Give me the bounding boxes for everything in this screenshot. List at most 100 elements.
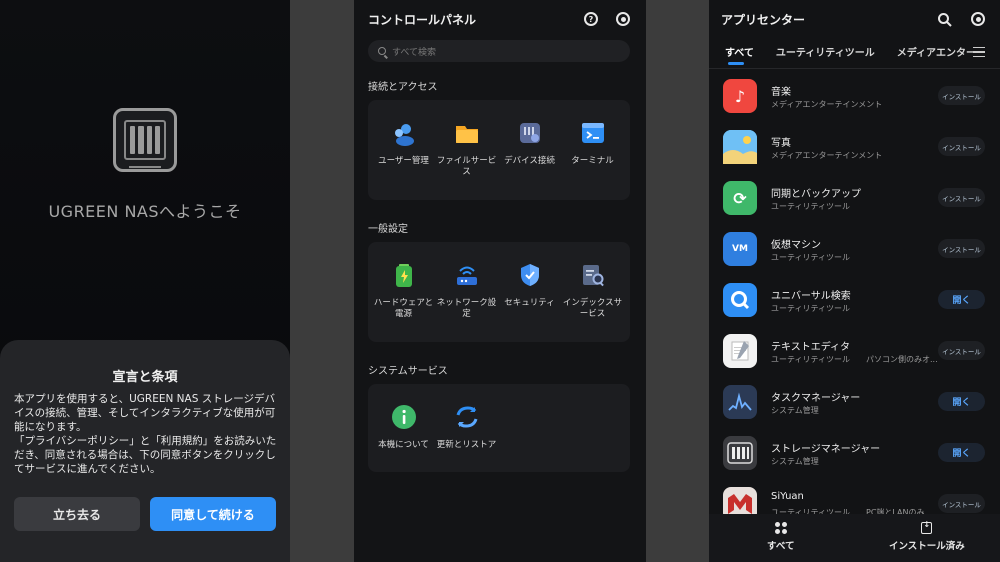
open-button[interactable]: 開く [938, 290, 985, 309]
download-icon [921, 520, 933, 534]
app-category: ユーティリティツール [771, 355, 851, 364]
section-card-connection: ユーザー管理 ファイルサービス デバイス接続 ターミナル [368, 100, 630, 200]
search-placeholder: すべて検索 [392, 47, 437, 58]
settings-target-icon[interactable] [971, 12, 985, 26]
app-row[interactable]: ユニバーサル検索 ユーティリティツール 開く [709, 274, 1000, 325]
item-device-connection[interactable]: デバイス接続 [498, 100, 561, 200]
app-category: メディアエンターテインメント [771, 151, 883, 160]
terms-title: 宣言と条項 [112, 370, 178, 385]
app-name: 音楽 [771, 87, 791, 98]
router-icon [454, 262, 480, 288]
section-card-system: 本機について 更新とリストア [368, 384, 630, 472]
item-about-device[interactable]: 本機について [372, 384, 435, 472]
app-category: ユーティリティツール [771, 304, 851, 313]
app-row[interactable]: タスクマネージャー システム管理 開く [709, 376, 1000, 427]
terms-sheet: 宣言と条項 本アプリを使用すると、UGREEN NAS ストレージデバイスの接続… [0, 340, 290, 562]
universal-search-icon [723, 283, 757, 317]
open-button[interactable]: 開く [938, 443, 985, 462]
app-row[interactable]: VM 仮想マシン ユーティリティツール インストール [709, 223, 1000, 274]
terms-paragraph[interactable]: 「プライバシーポリシー」と「利用規約」をお読みいただき、同意される場合は、下の同… [14, 434, 278, 476]
terms-body: 本アプリを使用すると、UGREEN NAS ストレージデバイスの接続、管理、そし… [14, 392, 278, 476]
nas-logo-icon [113, 108, 177, 172]
refresh-icon [454, 404, 480, 430]
tab-all[interactable]: すべて [725, 44, 754, 65]
install-button[interactable]: インストール [938, 341, 985, 360]
category-tabs: すべて ユーティリティツール メディアエンター [725, 44, 976, 65]
app-row[interactable]: 写真 メディアエンターテインメント インストール [709, 121, 1000, 172]
settings-target-icon[interactable] [616, 12, 630, 26]
app-category: システム管理 [771, 406, 819, 415]
tab-utility[interactable]: ユーティリティツール [776, 44, 875, 59]
app-row[interactable]: ♪ 音楽メディアエンターテインメント インストール [709, 70, 1000, 121]
item-label: セキュリティ [504, 298, 555, 308]
app-name: 同期とバックアップ [771, 189, 861, 200]
index-search-icon [580, 262, 606, 288]
app-row[interactable]: テキストエディタ ユーティリティツール パソコン側のみオ... インストール [709, 325, 1000, 376]
tab-menu-icon[interactable] [973, 47, 985, 57]
help-icon[interactable]: ? [584, 12, 598, 26]
item-network-settings[interactable]: ネットワーク設定 [435, 242, 498, 342]
nav-installed[interactable]: インストール済み [889, 520, 965, 552]
welcome-screen: UGREEN NASへようこそ 宣言と条項 本アプリを使用すると、UGREEN … [0, 0, 290, 562]
nav-all-label: すべて [767, 541, 795, 552]
app-name: ユニバーサル検索 [771, 291, 851, 302]
item-label: インデックスサービス [562, 298, 623, 319]
app-name: タスクマネージャー [771, 393, 861, 404]
install-button[interactable]: インストール [938, 239, 985, 258]
item-update-restore[interactable]: 更新とリストア [435, 384, 498, 472]
app-row[interactable]: ストレージマネージャー システム管理 開く [709, 427, 1000, 478]
page-title: アプリセンター [721, 13, 806, 27]
install-button[interactable]: インストール [938, 137, 985, 156]
vm-icon: VM [723, 232, 757, 266]
grid-icon [774, 522, 787, 534]
item-label: デバイス接続 [504, 156, 555, 166]
item-label: 更新とリストア [436, 440, 497, 450]
shield-icon [517, 262, 543, 288]
app-name: テキストエディタ [771, 342, 850, 353]
sync-icon: ⟳ [723, 181, 757, 215]
item-label: ターミナル [571, 156, 614, 166]
section-title: システムサービス [368, 366, 448, 377]
photos-icon [723, 130, 757, 164]
folder-icon [454, 120, 480, 146]
open-button[interactable]: 開く [938, 392, 985, 411]
terminal-icon [580, 120, 606, 146]
search-icon [378, 47, 386, 55]
item-label: ファイルサービス [436, 156, 497, 177]
install-button[interactable]: インストール [938, 188, 985, 207]
item-index-service[interactable]: インデックスサービス [561, 242, 624, 342]
app-name: ストレージマネージャー [771, 444, 881, 455]
install-button[interactable]: インストール [938, 494, 985, 513]
music-icon: ♪ [723, 79, 757, 113]
app-note: パソコン側のみオ... [866, 355, 938, 364]
app-category: メディアエンターテインメント [771, 100, 883, 109]
item-label: 本機について [378, 440, 429, 450]
divider [709, 68, 1000, 69]
nav-installed-label: インストール済み [889, 541, 965, 552]
item-hardware-power[interactable]: ハードウェアと電源 [372, 242, 435, 342]
users-icon [391, 120, 417, 146]
app-row[interactable]: ⟳ 同期とバックアップ ユーティリティツール インストール [709, 172, 1000, 223]
item-file-service[interactable]: ファイルサービス [435, 100, 498, 200]
agree-continue-button[interactable]: 同意して続ける [150, 497, 276, 531]
leave-button[interactable]: 立ち去る [14, 497, 140, 531]
item-label: ユーザー管理 [378, 156, 429, 166]
item-terminal[interactable]: ターミナル [561, 100, 624, 200]
task-manager-icon [723, 385, 757, 419]
item-user-management[interactable]: ユーザー管理 [372, 100, 435, 200]
app-center-screen: アプリセンター すべて ユーティリティツール メディアエンター ♪ 音楽 メディアエ… [709, 0, 1000, 562]
bottom-nav: すべて インストール済み [709, 514, 1000, 562]
search-icon[interactable] [937, 12, 953, 28]
terms-paragraph: 本アプリを使用すると、UGREEN NAS ストレージデバイスの接続、管理、そし… [14, 393, 276, 433]
section-title: 一般設定 [368, 224, 408, 235]
tab-media[interactable]: メディアエンター [897, 44, 976, 59]
item-security[interactable]: セキュリティ [498, 242, 561, 342]
storage-manager-icon [723, 436, 757, 470]
welcome-title: UGREEN NASへようこそ [48, 202, 242, 221]
search-input[interactable]: すべて検索 [368, 40, 630, 62]
install-button[interactable]: インストール [938, 86, 985, 105]
app-name: 仮想マシン [771, 240, 821, 251]
nav-all[interactable]: すべて [767, 522, 794, 552]
app-name: SiYuan [771, 491, 804, 502]
info-icon [391, 404, 417, 430]
